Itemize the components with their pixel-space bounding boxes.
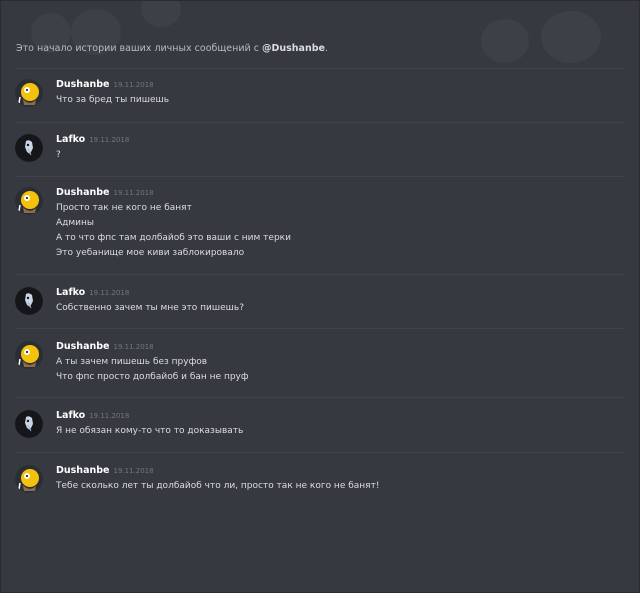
conversation-start-text: Это начало истории ваших личных сообщени… [16,43,262,54]
chat-window: Это начало истории ваших личных сообщени… [0,0,640,593]
message-header: Dushanbe 19.11.2018 [56,465,154,476]
message-line: Что фпс просто долбайоб и бан не пруф [56,372,249,382]
homer-avatar-icon[interactable] [15,341,43,369]
message-timestamp: 19.11.2018 [113,189,154,197]
message-line: Что за бред ты пишешь [56,95,170,105]
message-author[interactable]: Lafko [56,287,85,298]
message-line: Админы [56,218,95,228]
message-timestamp: 19.11.2018 [113,81,154,89]
homer-avatar-icon[interactable] [15,187,43,215]
message-divider [16,176,625,177]
message-divider [16,122,625,123]
message-line: ? [56,150,61,160]
message-header: Lafko 19.11.2018 [56,287,129,298]
message-author[interactable]: Dushanbe [56,187,109,198]
message-author[interactable]: Dushanbe [56,341,109,352]
message-divider [16,328,625,329]
message-timestamp: 19.11.2018 [113,467,154,475]
conversation-start-suffix: . [324,43,328,54]
skull-avatar-icon[interactable] [15,134,43,162]
message-divider [16,68,625,69]
message-author[interactable]: Lafko [56,410,85,421]
message-author[interactable]: Dushanbe [56,79,109,90]
discord-watermark [1,1,640,73]
message-header: Dushanbe 19.11.2018 [56,341,154,352]
message-line: Я не обязан кому-то что то доказывать [56,426,244,436]
skull-avatar-icon[interactable] [15,410,43,438]
message-author[interactable]: Lafko [56,134,85,145]
message-timestamp: 19.11.2018 [89,136,130,144]
message-timestamp: 19.11.2018 [89,412,130,420]
message-line: Собственно зачем ты мне это пишешь? [56,303,244,313]
message-author[interactable]: Dushanbe [56,465,109,476]
homer-avatar-icon[interactable] [15,79,43,107]
homer-avatar-icon[interactable] [15,465,43,493]
skull-avatar-icon[interactable] [15,287,43,315]
message-divider [16,274,625,275]
message-header: Lafko 19.11.2018 [56,134,129,145]
conversation-partner-mention[interactable]: @Dushanbe [262,43,325,54]
message-header: Dushanbe 19.11.2018 [56,79,154,90]
message-header: Lafko 19.11.2018 [56,410,129,421]
message-divider [16,397,625,398]
message-line: Просто так не кого не банят [56,203,192,213]
message-line: Тебе сколько лет ты долбайоб что ли, про… [56,481,380,491]
message-line: Это уебанище мое киви заблокировало [56,248,245,258]
message-timestamp: 19.11.2018 [113,343,154,351]
message-divider [16,452,625,453]
message-timestamp: 19.11.2018 [89,289,130,297]
message-line: А ты зачем пишешь без пруфов [56,357,208,367]
message-line: А то что фпс там долбайоб это ваши с ним… [56,233,291,243]
message-header: Dushanbe 19.11.2018 [56,187,154,198]
conversation-start-notice: Это начало истории ваших личных сообщени… [16,43,328,54]
